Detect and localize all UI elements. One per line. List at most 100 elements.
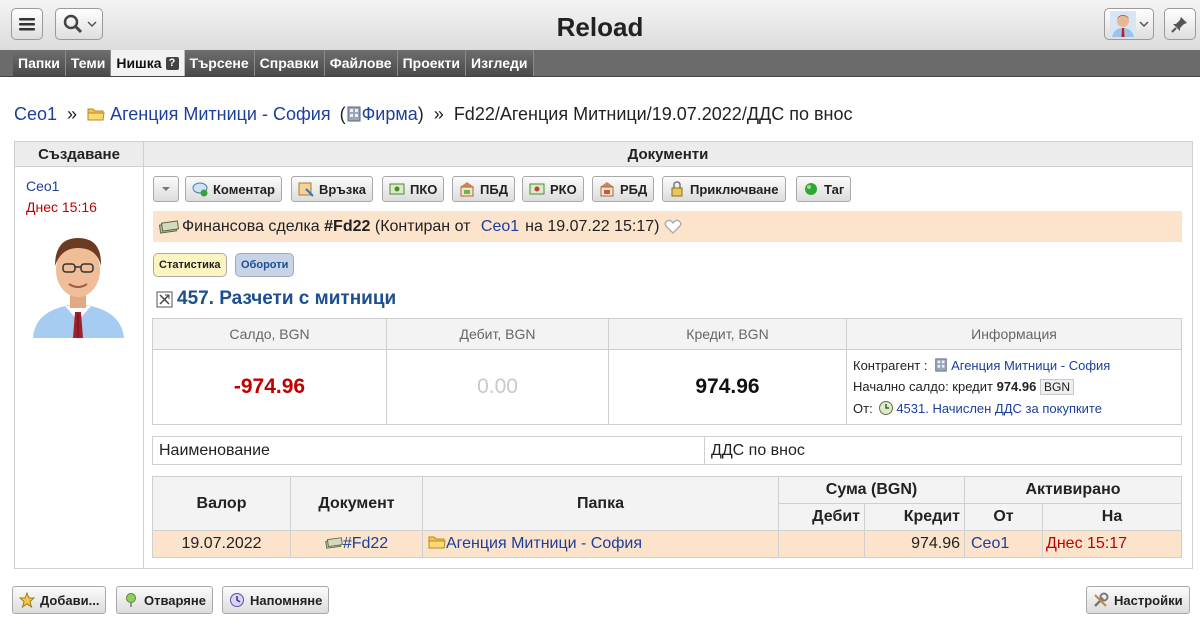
name-value: ДДС по внос: [704, 436, 1182, 465]
money-icon: [159, 219, 179, 234]
rko-button[interactable]: РКО: [522, 176, 584, 202]
row-folder-link[interactable]: Агенция Митници - София: [446, 535, 642, 552]
open-button-label: Отваряне: [144, 592, 206, 608]
account-title-text: 457. Разчети с митници: [177, 288, 397, 309]
tab-views[interactable]: Изгледи: [466, 50, 534, 76]
lock-icon: [671, 181, 683, 197]
tag-button[interactable]: Таг: [796, 176, 852, 202]
from-account-link[interactable]: 4531. Начислен ДДС за покупките: [896, 401, 1102, 416]
breadcrumb-firm-link[interactable]: Фирма: [362, 104, 418, 124]
valor-header[interactable]: Валор: [152, 476, 291, 531]
balance-value: -974.96: [152, 349, 387, 425]
row-document-link[interactable]: #Fd22: [343, 535, 388, 552]
settings-tools-icon: [1094, 592, 1109, 607]
help-icon[interactable]: ?: [165, 56, 179, 70]
opening-balance-label: Начално салдо: кредит: [853, 379, 993, 394]
pin-button[interactable]: [1164, 8, 1196, 40]
reminder-button[interactable]: Напомняне: [222, 586, 330, 614]
comment-icon: [192, 182, 208, 197]
app-title: Reload: [556, 12, 644, 42]
row-from-cell: Ceo1: [964, 530, 1043, 558]
info-cell: Контрагент : Агенция Митници - София Нач…: [846, 349, 1182, 425]
heart-icon[interactable]: [664, 219, 682, 235]
account-title[interactable]: 457. Разчети с митници: [156, 288, 396, 310]
add-button[interactable]: Добави...: [12, 586, 107, 614]
breadcrumb-separator: »: [433, 104, 444, 124]
tab-search[interactable]: Търсене: [184, 50, 255, 76]
documents-table: Валор Документ Папка Сума (BGN) Активира…: [152, 476, 1182, 558]
counterparty-row: Контрагент : Агенция Митници - София: [853, 355, 1181, 376]
row-valor: 19.07.2022: [152, 530, 291, 558]
credit-column-header[interactable]: Кредит: [864, 503, 965, 531]
breadcrumb: Ceo1 » Агенция Митници - София (Фирма) »…: [14, 104, 852, 125]
turnover-button[interactable]: Обороти: [235, 253, 295, 277]
rbd-button[interactable]: РБД: [592, 176, 655, 202]
chevron-down-icon: [1138, 21, 1149, 28]
counterparty-link[interactable]: Агенция Митници - София: [951, 358, 1110, 373]
notice-date: на 19.07.22 15:17): [525, 217, 660, 235]
tab-topics[interactable]: Теми: [65, 50, 112, 76]
row-from-link[interactable]: Ceo1: [971, 535, 1009, 552]
tab-reports[interactable]: Справки: [254, 50, 325, 76]
pko-button-label: ПКО: [410, 181, 438, 197]
link-button[interactable]: Връзка: [291, 176, 374, 202]
account-link-icon: [879, 401, 894, 415]
pko-button[interactable]: ПКО: [382, 176, 445, 202]
close-deal-button[interactable]: Приключване: [662, 176, 786, 202]
user-photo-icon: [25, 226, 132, 338]
debit-header: Дебит, BGN: [386, 318, 609, 350]
from-column-header[interactable]: От: [964, 503, 1043, 531]
info-header: Информация: [846, 318, 1182, 350]
folder-header[interactable]: Папка: [422, 476, 779, 531]
credit-value: 974.96: [608, 349, 847, 425]
notice-user-link[interactable]: Ceo1: [481, 218, 519, 236]
credit-header: Кредит, BGN: [608, 318, 847, 350]
reminder-button-label: Напомняне: [250, 592, 323, 608]
debit-value: 0.00: [386, 349, 609, 425]
settings-button-label: Настройки: [1114, 592, 1183, 608]
pbd-button[interactable]: ПБД: [452, 176, 515, 202]
company-icon: [347, 106, 361, 122]
tab-projects[interactable]: Проекти: [397, 50, 467, 76]
comment-button[interactable]: Коментар: [185, 176, 282, 202]
rko-button-label: РКО: [550, 181, 577, 197]
tab-folders[interactable]: Папки: [13, 50, 66, 76]
on-column-header[interactable]: На: [1042, 503, 1182, 531]
pbd-button-label: ПБД: [480, 181, 508, 197]
debit-column-header[interactable]: Дебит: [778, 503, 865, 531]
table-row[interactable]: 19.07.2022 #Fd22 Агенция Митници - София…: [152, 530, 1182, 558]
name-table: Наименование ДДС по внос: [152, 436, 1182, 465]
settings-button[interactable]: Настройки: [1086, 586, 1190, 614]
from-label: От:: [853, 401, 873, 416]
breadcrumb-user-link[interactable]: Ceo1: [14, 104, 57, 124]
tab-thread[interactable]: Нишка?: [111, 50, 185, 76]
add-button-label: Добави...: [40, 592, 100, 608]
row-credit: 974.96: [864, 530, 965, 558]
account-icon: [156, 291, 173, 307]
tab-thread-label: Нишка: [116, 55, 162, 71]
row-folder-cell: Агенция Митници - София: [422, 530, 779, 558]
tag-button-label: Таг: [824, 181, 845, 197]
star-icon: [19, 592, 35, 608]
tab-files[interactable]: Файлове: [324, 50, 398, 76]
counterparty-label: Контрагент :: [853, 358, 928, 373]
reminder-icon: [230, 593, 244, 607]
open-button[interactable]: Отваряне: [116, 586, 213, 614]
actions-dropdown-button[interactable]: [153, 176, 179, 202]
balance-header: Салдо, BGN: [152, 318, 387, 350]
breadcrumb-folder-link[interactable]: Агенция Митници - София: [110, 104, 331, 124]
money-icon: [325, 537, 343, 549]
link-icon: [298, 182, 314, 197]
statistics-button[interactable]: Статистика: [153, 253, 227, 277]
comment-button-label: Коментар: [213, 181, 275, 197]
row-debit: [778, 530, 865, 558]
creation-header: Създаване: [15, 142, 143, 167]
link-button-label: Връзка: [319, 181, 367, 197]
creator-link[interactable]: Ceo1: [26, 176, 143, 197]
folder-icon: [428, 536, 446, 549]
opening-balance-value: 974.96: [996, 379, 1037, 394]
user-menu-button[interactable]: [1104, 8, 1154, 40]
created-time: Днес 15:16: [26, 199, 97, 215]
cash-out-icon: [529, 183, 545, 195]
document-header[interactable]: Документ: [290, 476, 423, 531]
